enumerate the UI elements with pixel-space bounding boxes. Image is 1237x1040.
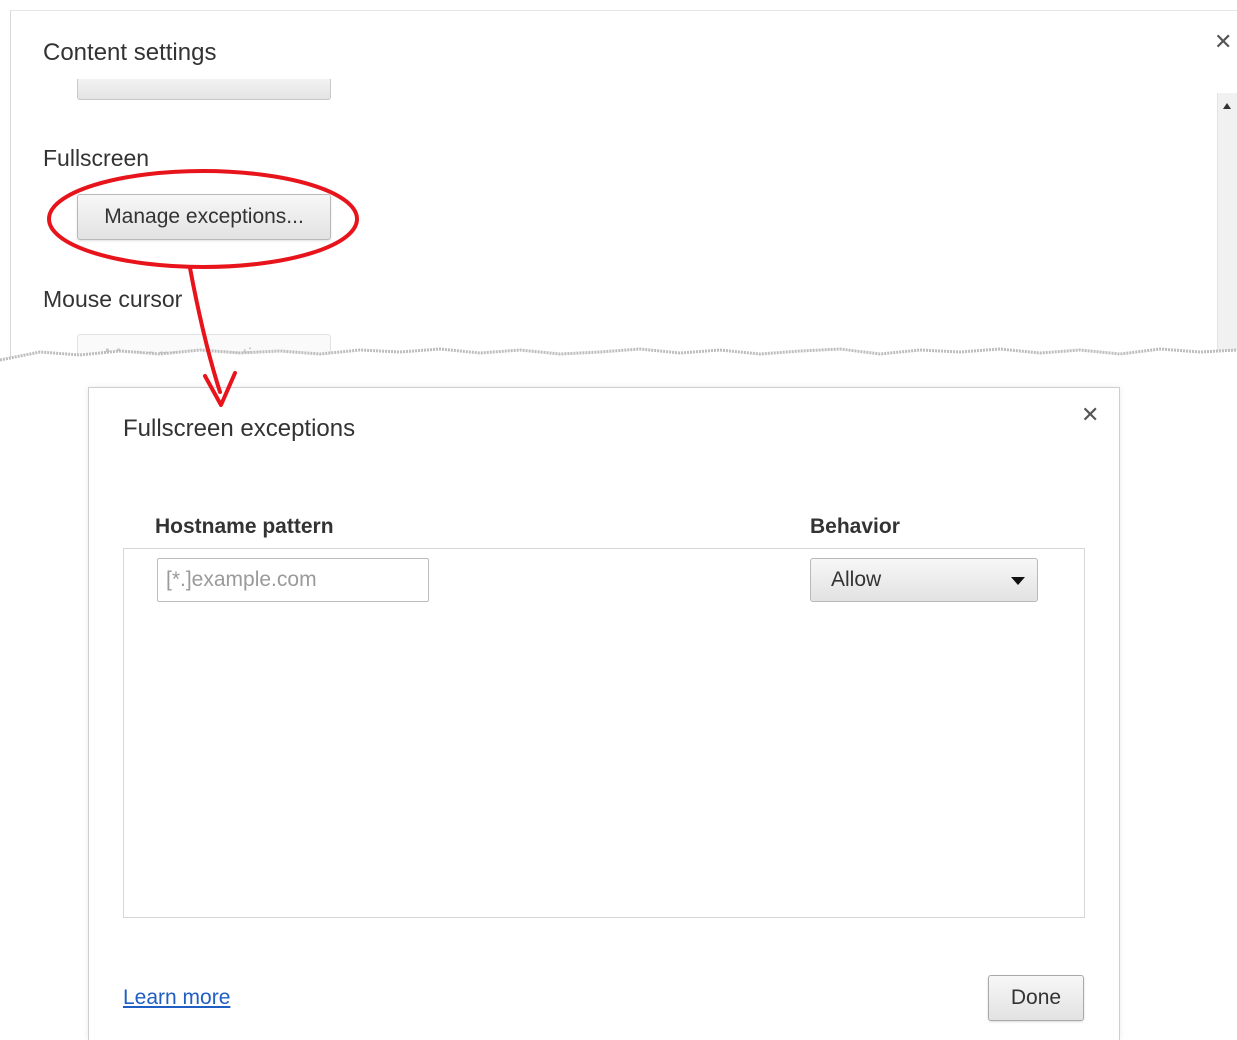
fullscreen-manage-exceptions-button[interactable]: Manage exceptions...	[77, 194, 331, 240]
behavior-selected-value: Allow	[831, 568, 882, 591]
close-icon[interactable]: ✕	[1214, 29, 1232, 55]
dialog-title: Fullscreen exceptions	[123, 415, 356, 442]
fullscreen-section-label: Fullscreen	[43, 145, 150, 171]
done-button[interactable]: Done	[988, 975, 1084, 1021]
content-settings-dialog: Content settings ✕ Fullscreen Manage exc…	[10, 10, 1237, 363]
fullscreen-exceptions-dialog: Fullscreen exceptions ✕ Hostname pattern…	[88, 387, 1120, 1040]
scroll-up-arrow-icon[interactable]	[1223, 103, 1231, 109]
mouse-cursor-section-label: Mouse cursor	[43, 286, 183, 312]
hostname-pattern-input[interactable]	[157, 558, 429, 602]
close-icon[interactable]: ✕	[1081, 402, 1099, 428]
scrollbar[interactable]	[1217, 93, 1237, 363]
behavior-select[interactable]: Allow	[810, 558, 1038, 602]
hostname-column-header: Hostname pattern	[155, 515, 334, 538]
behavior-column-header: Behavior	[810, 515, 900, 538]
dropdown-caret-icon	[1011, 577, 1025, 585]
exceptions-list: Allow	[123, 548, 1085, 918]
previous-section-button[interactable]	[77, 79, 331, 100]
content-settings-title: Content settings	[43, 39, 217, 66]
mouse-cursor-manage-exceptions-button[interactable]: Manage exceptions...	[77, 334, 331, 363]
learn-more-link[interactable]: Learn more	[123, 986, 230, 1010]
